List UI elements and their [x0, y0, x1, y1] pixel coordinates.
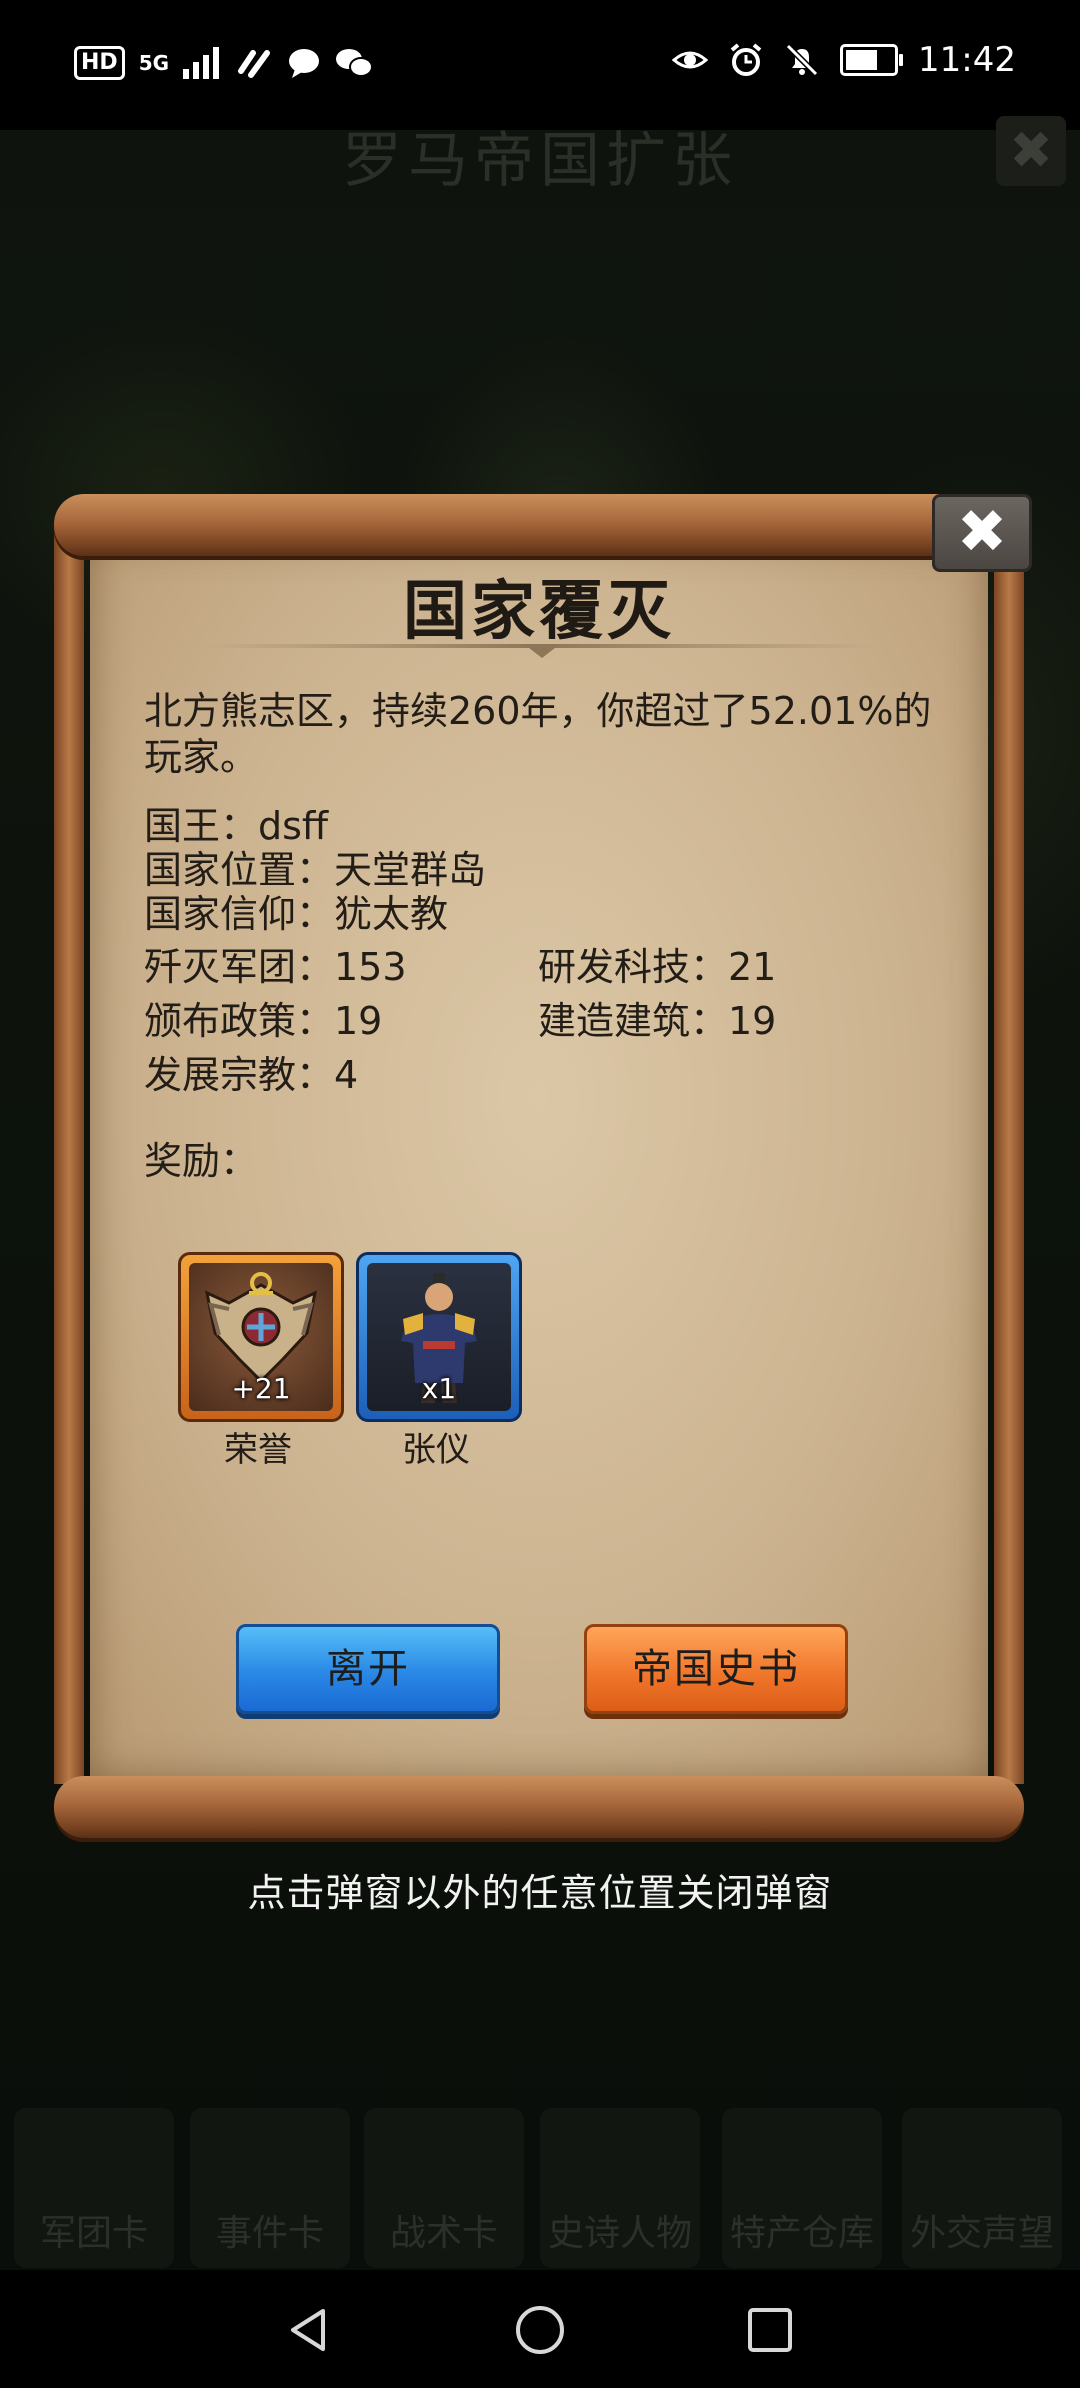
- battery-icon: [840, 44, 904, 76]
- nation-fallen-dialog[interactable]: ✖ 国家覆灭 北方熊志区，持续260年，你超过了52.01%的玩家。 国王：ds…: [54, 494, 1032, 1838]
- mute-bell-icon: [785, 43, 819, 77]
- tab-label: 史诗人物: [547, 2213, 692, 2254]
- tab-label: 军团卡: [39, 2213, 148, 2254]
- stat-buildings-built: 建造建筑：19: [538, 999, 777, 1043]
- empire-history-button[interactable]: 帝国史书: [584, 1624, 848, 1714]
- game-bottom-tabs: 军团卡 事件卡 战术卡 史诗人物 特产仓库 外交声望: [0, 2108, 1080, 2268]
- tab-epic-characters[interactable]: 史诗人物: [540, 2108, 700, 2268]
- alarm-icon: [730, 43, 762, 76]
- king-text: 国王：dsff: [144, 804, 329, 848]
- location-text: 国家位置：天堂群岛: [144, 848, 487, 892]
- eye-icon: [672, 51, 709, 69]
- scroll-side-right: [994, 534, 1024, 1784]
- nation-info: 国王：dsff 国家位置：天堂群岛 国家信仰：犹太教: [144, 804, 486, 936]
- back-icon[interactable]: [280, 2302, 336, 2358]
- summary-text: 北方熊志区，持续260年，你超过了52.01%的玩家。: [144, 689, 932, 779]
- network-label: 5G: [138, 51, 170, 75]
- home-icon[interactable]: [512, 2302, 568, 2358]
- reward-name: 张仪: [402, 1430, 470, 1470]
- tab-specialty-warehouse[interactable]: 特产仓库: [722, 2108, 882, 2268]
- scroll-rod-top: [54, 494, 1024, 556]
- signal-icon: [183, 47, 220, 79]
- hd-badge: HD: [74, 46, 125, 80]
- clock: 11:42: [918, 40, 1016, 80]
- stat-policies-issued: 颁布政策：19: [144, 999, 383, 1043]
- tab-tactic-cards[interactable]: 战术卡: [364, 2108, 524, 2268]
- stat-religion-developed: 发展宗教：4: [144, 1053, 359, 1097]
- reward-character-zhangyi[interactable]: x1: [356, 1252, 522, 1422]
- reward-name: 荣誉: [224, 1430, 292, 1470]
- tab-label: 事件卡: [215, 2213, 324, 2254]
- reward-honor[interactable]: +21: [178, 1252, 344, 1422]
- navigation-bar: [0, 2270, 1080, 2388]
- link-icon: [238, 50, 271, 78]
- recents-icon[interactable]: [742, 2302, 798, 2358]
- game-title: 罗马帝国扩张: [342, 126, 738, 196]
- scroll-rod-bottom: [54, 1776, 1024, 1838]
- rewards-label: 奖励：: [144, 1139, 259, 1183]
- tab-label: 特产仓库: [729, 2213, 874, 2254]
- leave-button[interactable]: 离开: [236, 1624, 500, 1714]
- dialog-title: 国家覆灭: [403, 575, 675, 649]
- wechat-icon: [336, 49, 374, 77]
- tab-diplomacy-prestige[interactable]: 外交声望: [902, 2108, 1062, 2268]
- tab-label: 外交声望: [909, 2213, 1054, 2254]
- tab-event-cards[interactable]: 事件卡: [190, 2108, 350, 2268]
- game-close-icon[interactable]: ✖: [996, 116, 1066, 186]
- stat-legions-destroyed: 歼灭军团：153: [144, 945, 407, 989]
- scroll-side-left: [54, 534, 84, 1784]
- dismiss-hint: 点击弹窗以外的任意位置关闭弹窗: [247, 1871, 833, 1915]
- title-divider-notch: [524, 644, 560, 658]
- status-bar: HD 5G 11:42: [0, 0, 1080, 130]
- tab-label: 战术卡: [389, 2213, 498, 2254]
- message-icon: [289, 49, 320, 78]
- reward-quantity: x1: [421, 1372, 457, 1405]
- reward-quantity: +21: [231, 1372, 291, 1405]
- faith-text: 国家信仰：犹太教: [144, 892, 449, 936]
- tab-legion-cards[interactable]: 军团卡: [14, 2108, 174, 2268]
- stat-tech-researched: 研发科技：21: [538, 945, 777, 989]
